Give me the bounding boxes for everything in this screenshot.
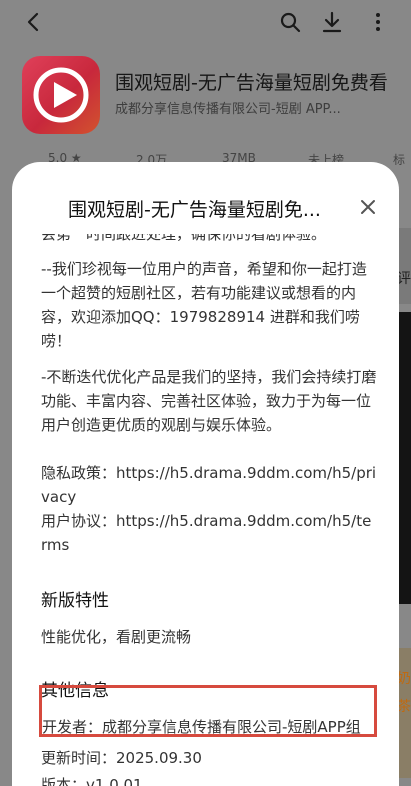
- background-side-strip: 评 奶 茶: [397, 228, 411, 786]
- app-info-sheet: 围观短剧-无广告海量短剧免... 会第一时间跟进处理，确保你的看剧体验。 --我…: [12, 162, 399, 786]
- app-developer: 成都分享信息传播有限公司-短剧 APP...: [115, 102, 341, 117]
- description-paragraph: -不断迭代优化产品是我们的坚持，我们会持续打磨功能、丰富内容、完善社区体验，致力…: [41, 368, 377, 434]
- side-card: 评: [397, 228, 411, 304]
- new-features-text: 性能优化，看剧更流畅: [41, 628, 192, 646]
- side-card: 奶 茶: [397, 648, 411, 778]
- search-icon[interactable]: [278, 10, 302, 34]
- user-agreement-link[interactable]: 用户协议：https://h5.drama.9ddm.com/h5/terms: [41, 509, 377, 557]
- side-card: [397, 312, 411, 604]
- new-features-title: 新版特性: [41, 591, 109, 611]
- update-time: 更新时间：2025.09.30: [41, 749, 202, 767]
- download-icon[interactable]: [320, 10, 344, 34]
- side-text: 评: [397, 271, 411, 287]
- cut-line: 会第一时间跟进处理，确保你的看剧体验。: [41, 234, 377, 246]
- side-text: 茶: [397, 699, 411, 715]
- more-vertical-icon[interactable]: [366, 10, 390, 34]
- app-header: 围观短剧-无广告海量短剧免费看 成都分享信息传播有限公司-短剧 APP...: [22, 56, 411, 134]
- app-play-logo-icon: [22, 56, 100, 134]
- close-icon[interactable]: [357, 196, 379, 218]
- top-bar: [0, 0, 411, 44]
- developer-highlight-box: [39, 685, 377, 737]
- privacy-policy-link[interactable]: 隐私政策：https://h5.drama.9ddm.com/h5/privac…: [41, 461, 377, 509]
- back-arrow-icon[interactable]: [22, 10, 46, 34]
- side-text: 奶: [397, 671, 411, 687]
- cut-line-text: 会第一时间跟进处理，确保你的看剧体验。: [41, 234, 327, 243]
- app-title: 围观短剧-无广告海量短剧免费看: [115, 72, 388, 94]
- stat-extra: 标: [393, 153, 406, 167]
- sheet-title: 围观短剧-无广告海量短剧免...: [68, 199, 321, 221]
- version-info: 版本：v1.0.01: [41, 776, 143, 786]
- description-paragraph: --我们珍视每一位用户的声音，希望和你一起打造一个超赞的短剧社区，若有功能建议或…: [41, 260, 367, 350]
